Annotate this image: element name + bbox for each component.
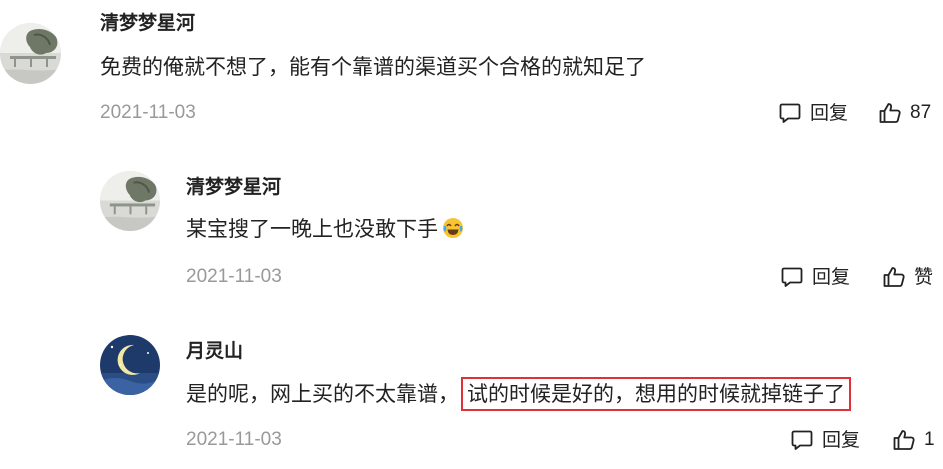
author-name[interactable]: 月灵山 bbox=[186, 339, 243, 363]
thumbs-up-icon bbox=[878, 101, 902, 125]
like-count: 87 bbox=[910, 102, 932, 123]
avatar[interactable] bbox=[0, 23, 61, 84]
like-label: 赞 bbox=[914, 266, 934, 288]
crying-laughing-emoji bbox=[442, 217, 464, 239]
reply-label: 回复 bbox=[812, 266, 851, 288]
author-name[interactable]: 清梦梦星河 bbox=[186, 175, 281, 199]
avatar[interactable] bbox=[100, 335, 160, 395]
comment-text: 免费的俺就不想了，能有个靠谱的渠道买个合格的就知足了 bbox=[100, 55, 646, 79]
author-name[interactable]: 清梦梦星河 bbox=[100, 11, 195, 35]
comment-text-body: 某宝搜了一晚上也没敢下手 bbox=[186, 217, 438, 241]
thumbs-up-icon bbox=[892, 428, 916, 452]
like-button[interactable]: 赞 bbox=[882, 265, 933, 289]
like-button[interactable]: 87 bbox=[878, 101, 931, 125]
comment-text: 某宝搜了一晚上也没敢下手 bbox=[186, 214, 464, 244]
landscape-avatar-image bbox=[100, 171, 160, 231]
reply-label: 回复 bbox=[822, 429, 861, 451]
reply-button[interactable]: 回复 bbox=[790, 428, 860, 452]
highlighted-text: 试的时候是好的，想用的时候就掉链子了 bbox=[461, 377, 851, 411]
comment-bubble-icon bbox=[780, 265, 804, 289]
comment-text-plain: 是的呢，网上买的不太靠谱， bbox=[186, 382, 459, 406]
comment-text: 是的呢，网上买的不太靠谱， 试的时候是好的，想用的时候就掉链子了 bbox=[186, 377, 851, 411]
comment-date: 2021-11-03 bbox=[100, 102, 196, 123]
reply-label: 回复 bbox=[810, 102, 849, 124]
reply-button[interactable]: 回复 bbox=[780, 265, 850, 289]
like-count: 1 bbox=[924, 429, 935, 450]
thumbs-up-icon bbox=[882, 265, 906, 289]
like-button[interactable]: 1 bbox=[892, 428, 935, 452]
reply-button[interactable]: 回复 bbox=[778, 101, 848, 125]
landscape-avatar-image bbox=[0, 23, 61, 84]
comment-bubble-icon bbox=[778, 101, 802, 125]
comment-date: 2021-11-03 bbox=[186, 429, 282, 450]
comment-bubble-icon bbox=[790, 428, 814, 452]
avatar[interactable] bbox=[100, 171, 160, 231]
comment-date: 2021-11-03 bbox=[186, 266, 282, 287]
moon-night-avatar-image bbox=[100, 335, 160, 395]
